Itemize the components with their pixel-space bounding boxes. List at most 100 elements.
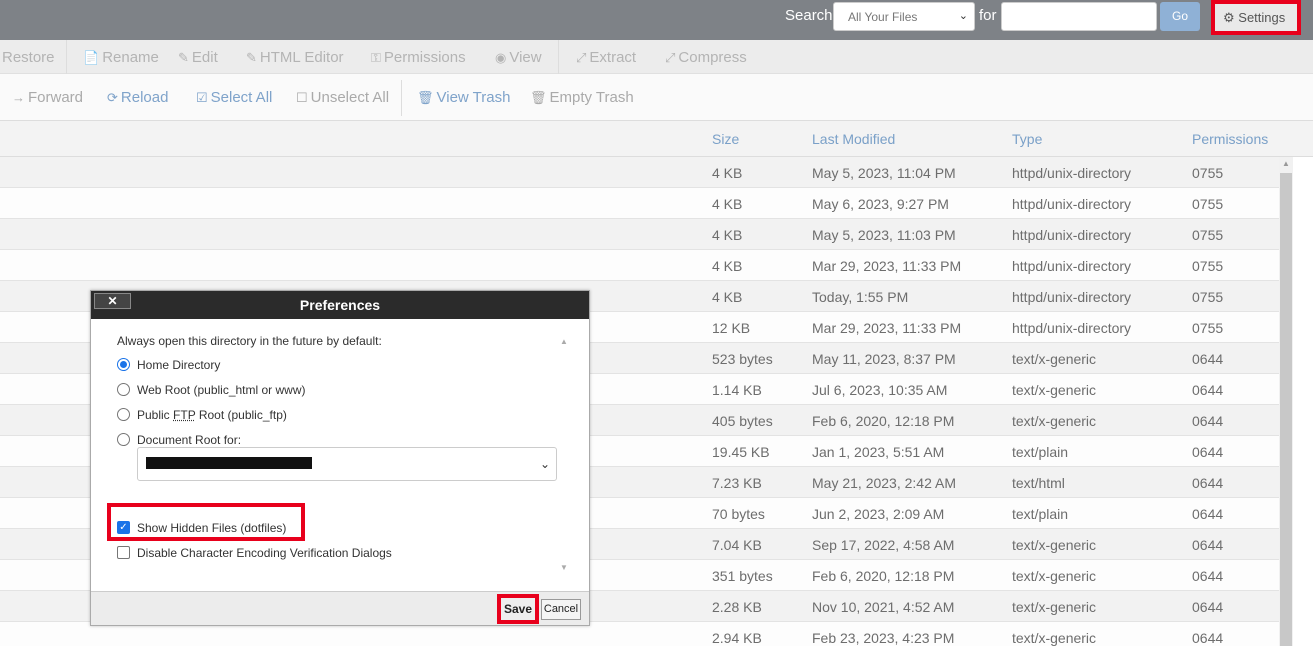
navigation-toolbar: → Forward ⟳ Reload ☑ Select All ☐ Unselect A… <box>0 74 1313 121</box>
cell-perms: 0644 <box>1192 537 1224 553</box>
cell-size: 7.04 KB <box>712 537 762 553</box>
toolbar-divider <box>558 40 559 74</box>
cell-modified: Feb 23, 2023, 4:23 PM <box>812 630 955 646</box>
html-editor-button[interactable]: ✎ HTML Editor <box>246 49 344 66</box>
view-trash-button[interactable]: 🗑 View Trash <box>417 89 510 106</box>
column-header-type[interactable]: Type <box>1012 131 1042 147</box>
default-directory-intro: Always open this directory in the future… <box>117 334 382 348</box>
checkbox-empty-icon: ☐ <box>296 90 308 105</box>
cell-perms: 0644 <box>1192 351 1224 367</box>
settings-label: Settings <box>1238 10 1286 25</box>
cell-type: text/plain <box>1012 444 1069 460</box>
expand-icon: ⤢ <box>576 50 587 65</box>
home-directory-label: Home Directory <box>137 358 221 372</box>
cell-type: text/plain <box>1012 506 1069 522</box>
search-input[interactable] <box>1001 2 1157 31</box>
cell-perms: 0755 <box>1192 258 1224 274</box>
document-root-select[interactable]: ⌄ <box>137 447 557 481</box>
cell-type: text/x-generic <box>1012 630 1097 646</box>
restore-button[interactable]: Restore <box>2 49 55 66</box>
cell-type: httpd/unix-directory <box>1012 258 1132 274</box>
chevron-down-icon: ⌄ <box>539 457 550 471</box>
cell-size: 4 KB <box>712 165 743 181</box>
column-header-size[interactable]: Size <box>712 131 739 147</box>
scroll-up-icon[interactable]: ▲ <box>560 337 568 346</box>
compress-button[interactable]: ⤢ Compress <box>665 49 747 66</box>
scroll-down-icon[interactable]: ▼ <box>560 563 568 572</box>
cell-type: httpd/unix-directory <box>1012 165 1132 181</box>
cell-modified: Jul 6, 2023, 10:35 AM <box>812 382 948 398</box>
cell-size: 4 KB <box>712 258 743 274</box>
cell-modified: Mar 29, 2023, 11:33 PM <box>812 320 962 336</box>
toolbar-divider <box>66 40 67 74</box>
cell-type: text/x-generic <box>1012 351 1097 367</box>
compress-icon: ⤢ <box>665 50 676 65</box>
scroll-up-icon[interactable]: ▲ <box>1282 159 1290 168</box>
reload-button[interactable]: ⟳ Reload <box>107 89 168 106</box>
save-button[interactable]: Save <box>497 594 539 624</box>
cell-type: httpd/unix-directory <box>1012 196 1132 212</box>
empty-trash-button[interactable]: 🗑 Empty Trash <box>530 89 634 106</box>
disable-encoding-checkbox[interactable] <box>117 546 130 559</box>
home-directory-radio[interactable] <box>117 358 130 371</box>
cancel-button[interactable]: Cancel <box>541 599 581 620</box>
view-button[interactable]: ◉ View <box>495 49 542 66</box>
scrollbar-thumb[interactable] <box>1280 173 1292 646</box>
cell-modified: Jun 2, 2023, 2:09 AM <box>812 506 945 522</box>
forward-button[interactable]: → Forward <box>12 89 83 106</box>
cell-perms: 0644 <box>1192 413 1224 429</box>
search-scope-value: All Your Files <box>848 10 918 24</box>
cell-size: 351 bytes <box>712 568 773 584</box>
gear-icon: ⚙ <box>1223 10 1235 25</box>
select-all-button[interactable]: ☑ Select All <box>196 89 272 106</box>
cell-type: text/x-generic <box>1012 537 1097 553</box>
search-scope-select[interactable]: All Your Files ⌄ <box>833 2 975 31</box>
web-root-label: Web Root (public_html or www) <box>137 383 306 397</box>
web-root-radio[interactable] <box>117 383 130 396</box>
dialog-scrollbar[interactable]: ▲ ▼ <box>557 337 571 577</box>
file-actions-toolbar: Restore 📄 Rename ✎ Edit ✎ HTML Editor ⚿ Perm… <box>0 40 1313 74</box>
cell-type: httpd/unix-directory <box>1012 227 1132 243</box>
column-header-last-modified[interactable]: Last Modified <box>812 131 895 147</box>
settings-button[interactable]: ⚙ Settings <box>1211 0 1301 35</box>
chevron-down-icon: ⌄ <box>958 10 968 22</box>
table-row[interactable]: 4 KB May 6, 2023, 9:27 PM httpd/unix-direc… <box>0 188 1280 219</box>
column-header-permissions[interactable]: Permissions <box>1192 131 1268 147</box>
dialog-title: Preferences <box>299 297 381 313</box>
cell-modified: May 6, 2023, 9:27 PM <box>812 196 949 212</box>
cell-modified: May 5, 2023, 11:03 PM <box>812 227 956 243</box>
cell-modified: Feb 6, 2020, 12:18 PM <box>812 413 955 429</box>
ftp-root-radio[interactable] <box>117 408 130 421</box>
cell-size: 19.45 KB <box>712 444 770 460</box>
refresh-icon: ⟳ <box>107 90 118 105</box>
cell-type: text/x-generic <box>1012 382 1097 398</box>
cell-type: httpd/unix-directory <box>1012 320 1132 336</box>
cell-perms: 0755 <box>1192 165 1224 181</box>
cell-modified: Today, 1:55 PM <box>812 289 909 305</box>
cell-type: httpd/unix-directory <box>1012 289 1132 305</box>
rename-button[interactable]: 📄 Rename <box>83 49 159 66</box>
preferences-dialog: ✕ Preferences Always open this directory… <box>90 290 590 626</box>
cell-perms: 0755 <box>1192 289 1224 305</box>
search-bar: Search All Your Files ⌄ for Go ⚙ Setting… <box>0 0 1313 40</box>
cell-modified: Feb 6, 2020, 12:18 PM <box>812 568 955 584</box>
table-row[interactable]: 4 KB Mar 29, 2023, 11:33 PM httpd/unix-dir… <box>0 250 1280 281</box>
go-button[interactable]: Go <box>1160 2 1200 31</box>
cell-modified: Mar 29, 2023, 11:33 PM <box>812 258 962 274</box>
document-root-label: Document Root for: <box>137 433 242 447</box>
cell-size: 405 bytes <box>712 413 773 429</box>
cell-size: 1.14 KB <box>712 382 762 398</box>
unselect-all-button[interactable]: ☐ Unselect All <box>296 89 389 106</box>
edit-button[interactable]: ✎ Edit <box>178 49 218 66</box>
extract-button[interactable]: ⤢ Extract <box>576 49 636 66</box>
cell-modified: Sep 17, 2022, 4:58 AM <box>812 537 955 553</box>
permissions-button[interactable]: ⚿ Permissions <box>371 49 466 66</box>
table-row[interactable]: 4 KB May 5, 2023, 11:04 PM httpd/unix-dire… <box>0 157 1280 188</box>
table-row[interactable]: 4 KB May 5, 2023, 11:03 PM httpd/unix-dire… <box>0 219 1280 250</box>
file-icon: 📄 <box>83 50 100 65</box>
search-label: Search <box>785 7 833 24</box>
cell-size: 4 KB <box>712 196 743 212</box>
cell-modified: May 11, 2023, 8:37 PM <box>812 351 956 367</box>
table-scrollbar[interactable]: ▲ <box>1279 157 1293 646</box>
document-root-radio[interactable] <box>117 433 130 446</box>
